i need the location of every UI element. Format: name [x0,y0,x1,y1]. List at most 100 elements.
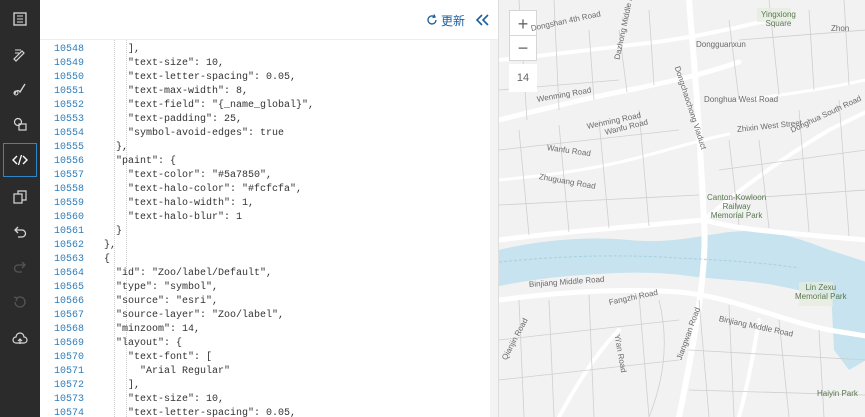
line-number: 10558 [53,184,84,195]
line-number: 10551 [53,86,84,97]
line-number: 10562 [53,240,84,251]
zoom-level-indicator: 14 [509,64,537,92]
park-label: Lin Zexu Memorial Park [795,283,847,301]
redo-icon [13,261,26,273]
code-text: "source-layer": "Zoo/label", [116,310,285,321]
line-number: 10572 [53,380,84,391]
street-label: Donghua West Road [704,95,779,104]
line-number: 10548 [53,44,84,55]
line-number: 10554 [53,128,84,139]
code-line: 10564 "id": "Zoo/label/Default", [40,267,498,281]
layers-tool-button[interactable] [3,2,37,36]
code-text: "text-field": "{_name_global}", [128,100,315,111]
code-line: 10573 "text-size": 10, [40,393,498,407]
redo-button[interactable] [3,250,37,284]
line-number: 10574 [53,408,84,417]
code-text: "text-letter-spacing": 0.05, [128,72,297,83]
line-number: 10549 [53,58,84,69]
code-line: 10551 "text-max-width": 8, [40,85,498,99]
code-line: 10566 "source": "esri", [40,295,498,309]
line-number: 10550 [53,72,84,83]
undo-icon [14,226,27,238]
code-line: 10553 "text-padding": 25, [40,113,498,127]
code-line: 10555}, [40,141,498,155]
refresh-button[interactable]: 更新 [426,11,465,29]
code-text: "source": "esri", [116,296,219,307]
code-line: 10549 "text-size": 10, [40,57,498,71]
line-number: 10556 [53,156,84,167]
code-line: 10550 "text-letter-spacing": 0.05, [40,71,498,85]
code-line: 10562}, [40,239,498,253]
code-line: 10571 "Arial Regular" [40,365,498,379]
pen-tool-button[interactable] [3,37,37,71]
street-label: Zhon [831,24,850,33]
upload-button[interactable] [3,322,37,356]
code-text: "text-halo-color": "#fcfcfa", [128,184,303,195]
line-number: 10564 [53,268,84,279]
code-line: 10572], [40,379,498,393]
code-text: "minzoom": 14, [116,324,201,335]
copy-tool-button[interactable] [3,180,37,214]
cloud-upload-icon [12,332,28,344]
line-number: 10553 [53,114,84,125]
refresh-icon [427,14,437,25]
park-label: Yingxiong Square [761,10,796,28]
code-line: 10556 "paint": { [40,155,498,169]
editor-scrollbar[interactable] [490,40,498,417]
code-line: 10561} [40,225,498,239]
code-text: "text-color": "#5a7850", [128,170,273,181]
layers-icon [13,12,27,26]
code-line: 10570 "text-font": [ [40,351,498,365]
shapes-tool-button[interactable] [3,107,37,141]
history-button[interactable] [3,285,37,319]
code-text: "text-max-width": 8, [128,86,249,97]
line-number: 10566 [53,296,84,307]
street-label: Dongguanxun [696,40,746,49]
line-number: 10552 [53,100,84,111]
code-text: "layout": { [116,338,183,349]
code-line: 10554 "symbol-avoid-edges": true [40,127,498,141]
line-number: 10555 [53,142,84,153]
code-text: "id": "Zoo/label/Default", [116,268,273,279]
code-text: "text-halo-blur": 1 [128,212,243,223]
code-text: "text-font": [ [128,352,213,363]
line-number: 10569 [53,338,84,349]
code-text: "text-size": 10, [128,394,225,405]
code-tool-button[interactable] [3,143,37,177]
code-text: "text-halo-width": 1, [128,198,255,209]
line-number: 10557 [53,170,84,181]
park-label: Canton-Kowloon Railway Memorial Park [707,193,767,220]
code-text: "paint": { [116,156,177,167]
copy-icon [13,190,27,204]
undo-button[interactable] [3,215,37,249]
map-view[interactable]: + − 14 Yingxiong Square Dongguanxun Donghu… [498,0,865,417]
zoom-out-button[interactable]: − [509,35,537,61]
tool-sidebar [0,0,40,417]
code-text: ], [128,44,141,55]
code-line: 10574 "text-letter-spacing": 0.05, [40,407,498,417]
code-line: 10548], [40,43,498,57]
code-text: "symbol-avoid-edges": true [128,128,285,139]
line-number: 10559 [53,198,84,209]
code-text: }, [116,142,129,153]
code-line: 10559 "text-halo-width": 1, [40,197,498,211]
line-number: 10561 [53,226,84,237]
code-text: "text-padding": 25, [128,114,243,125]
editor-header: 更新 [40,0,498,40]
code-text: }, [104,240,117,251]
code-text: "type": "symbol", [116,282,219,293]
history-icon [13,296,26,308]
brush-tool-button[interactable] [3,72,37,106]
collapse-panel-button[interactable] [474,10,492,30]
line-number: 10571 [53,366,84,377]
code-text: { [104,254,111,265]
pen-icon [13,49,25,62]
code-line: 10569 "layout": { [40,337,498,351]
code-area[interactable]: 10548], 10549 "text-size": 10, 10550 "text-l… [40,40,498,417]
code-line: 10552 "text-field": "{_name_global}", [40,99,498,113]
code-icon [12,154,28,166]
code-line: 10565 "type": "symbol", [40,281,498,295]
line-number: 10567 [53,310,84,321]
code-text: ], [128,380,141,391]
code-text: "text-size": 10, [128,58,225,69]
